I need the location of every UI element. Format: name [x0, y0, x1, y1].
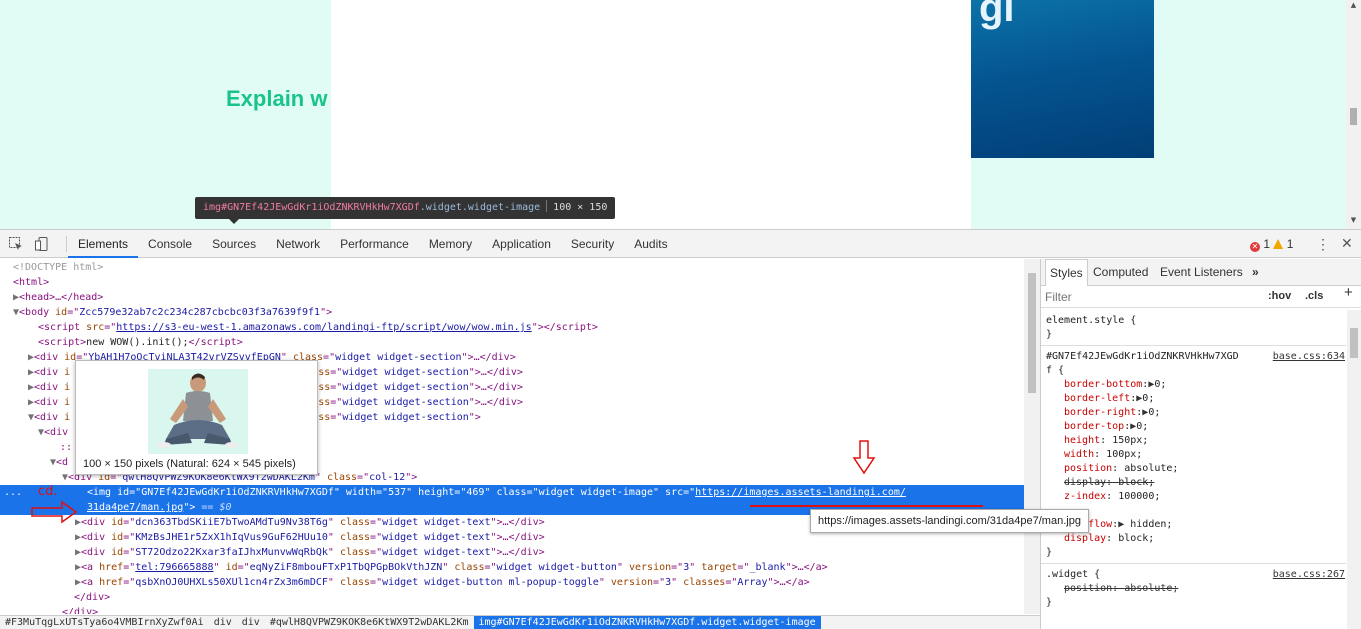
- man-photo-thumbnail: [148, 369, 248, 454]
- annotation-label: cd.: [38, 484, 58, 499]
- style-prop-display[interactable]: display: block;: [1064, 532, 1154, 546]
- breadcrumb-item[interactable]: #F3MuTqgLxUTsTya6o4VMBIrnXyZwf0Ai: [0, 616, 209, 629]
- tree-line-button-2[interactable]: ▶<a href="qsbXnOJ0UHXLs50XUl1cn4rZx3m6mD…: [0, 575, 1024, 590]
- tree-line-button-1[interactable]: ▶<a href="tel:796665888" id="eqNyZiF8mbo…: [0, 560, 1024, 575]
- tab-computed[interactable]: Computed: [1093, 259, 1148, 286]
- rule2-close: }: [1046, 597, 1053, 608]
- style-prop-border-top[interactable]: border-top:▶0;: [1064, 420, 1148, 434]
- element-style-close: }: [1046, 329, 1053, 340]
- image-preview-popup: 100 × 150 pixels (Natural: 624 × 545 pix…: [75, 360, 318, 475]
- styles-filter-bar: :hov .cls +: [1041, 285, 1361, 308]
- breadcrumb-item-active[interactable]: img#GN7Ef42JEwGdKr1iOdZNKRVHkHw7XGDf.wid…: [473, 616, 821, 629]
- tree-line-html[interactable]: <html>: [0, 275, 1024, 290]
- image-preview-caption: 100 × 150 pixels (Natural: 624 × 545 pix…: [83, 458, 296, 470]
- device-toolbar-icon[interactable]: [34, 236, 50, 252]
- styles-scrollbar[interactable]: [1347, 310, 1361, 629]
- devtools-toolbar: Elements Console Sources Network Perform…: [0, 230, 1361, 258]
- tab-sources[interactable]: Sources: [202, 230, 266, 258]
- tree-line-script-init[interactable]: <script>new WOW().init();</script>: [0, 335, 1024, 350]
- tab-memory[interactable]: Memory: [419, 230, 482, 258]
- elements-scrollbar-thumb[interactable]: [1028, 273, 1036, 393]
- breadcrumb-item[interactable]: div: [209, 616, 237, 629]
- tree-line-close-div-2[interactable]: </div>: [0, 605, 1024, 614]
- tooltip-selector: #GN7Ef42JEwGdKr1iOdZNKRVHkHw7XGDf: [221, 202, 420, 213]
- selected-node-marker: == $0: [201, 502, 232, 513]
- rule1-source-link[interactable]: base.css:634: [1273, 350, 1345, 364]
- hero-logo-text: gi: [979, 0, 1015, 30]
- breadcrumb: #F3MuTqgLxUTsTya6o4VMBIrnXyZwf0Ai div div #…: [0, 615, 1040, 629]
- tab-event-listeners[interactable]: Event Listeners: [1160, 259, 1243, 286]
- inspect-hover-tooltip: img#GN7Ef42JEwGdKr1iOdZNKRVHkHw7XGDf.wid…: [195, 197, 616, 224]
- rule2-selector[interactable]: .widget {: [1046, 568, 1100, 582]
- screen: Explain w gi ▲ ▼ img#GN7Ef42JEwGdKr1iOdZ…: [0, 0, 1361, 629]
- style-prop-height[interactable]: height: 150px;: [1064, 434, 1148, 448]
- hero-image: gi: [971, 0, 1154, 158]
- tree-line-body[interactable]: ▼<body id="Zcc579e32ab7c2c234c287cbcbc03…: [0, 305, 1024, 320]
- close-devtools-icon[interactable]: ✕: [1341, 235, 1353, 252]
- tooltip-classes: .widget.widget-image: [419, 202, 541, 213]
- rule2-source-link[interactable]: base.css:267: [1273, 568, 1345, 582]
- add-rule-icon[interactable]: +: [1344, 285, 1353, 300]
- img-src-link[interactable]: https://images.assets-landingi.com/: [695, 487, 906, 498]
- styles-filter-input[interactable]: [1045, 289, 1245, 305]
- page-scrollbar[interactable]: ▲ ▼: [1346, 0, 1361, 229]
- styles-scrollbar-thumb[interactable]: [1350, 328, 1358, 358]
- tree-line-text-3[interactable]: ▶<div id="ST72Odzo22Kxar3faIJhxMunvwWqRb…: [0, 545, 1024, 560]
- tree-line-close-div-1[interactable]: </div>: [0, 590, 1024, 605]
- tab-security[interactable]: Security: [561, 230, 624, 258]
- tab-elements[interactable]: Elements: [68, 230, 139, 258]
- tooltip-size: 100 × 150: [553, 202, 608, 213]
- style-prop-border-bottom[interactable]: border-bottom:▶0;: [1064, 378, 1166, 392]
- scroll-up-arrow-icon[interactable]: ▲: [1346, 1, 1361, 9]
- tree-line-doctype[interactable]: <!DOCTYPE html>: [0, 260, 1024, 275]
- style-prop-z-index[interactable]: z-index: 100000;: [1064, 490, 1160, 504]
- rule1-selector[interactable]: #GN7Ef42JEwGdKr1iOdZNKRVHkHw7XGD: [1046, 350, 1239, 364]
- tab-audits[interactable]: Audits: [624, 230, 677, 258]
- tree-line-script-wow[interactable]: <script src="https://s3-eu-west-1.amazon…: [0, 320, 1024, 335]
- page-content-column: [331, 0, 971, 229]
- style-prop-position-overridden[interactable]: position: absolute;: [1064, 582, 1178, 596]
- error-count: 1: [1263, 237, 1271, 251]
- warning-icon: [1273, 239, 1284, 249]
- page-heading: Explain w: [226, 86, 328, 111]
- style-prop-display[interactable]: display: block;: [1064, 476, 1154, 490]
- hov-toggle[interactable]: :hov: [1268, 289, 1291, 303]
- cls-toggle[interactable]: .cls: [1305, 289, 1323, 303]
- script-src-link[interactable]: https://s3-eu-west-1.amazonaws.com/landi…: [116, 322, 531, 333]
- tree-line-head[interactable]: ▶<head>…</head>: [0, 290, 1024, 305]
- web-page-viewport[interactable]: Explain w gi ▲ ▼ img#GN7Ef42JEwGdKr1iOdZ…: [0, 0, 1361, 229]
- error-warning-counter[interactable]: ✕ 1 1: [1250, 230, 1293, 258]
- devtools-tabs: Elements Console Sources Network Perform…: [68, 230, 678, 258]
- more-options-icon[interactable]: ⋮: [1316, 236, 1330, 252]
- styles-tabs: Styles Computed Event Listeners »: [1041, 259, 1361, 286]
- tooltip-tag: img: [203, 202, 222, 213]
- style-prop-border-left[interactable]: border-left:▶0;: [1064, 392, 1154, 406]
- scroll-down-arrow-icon[interactable]: ▼: [1346, 216, 1361, 224]
- tab-application[interactable]: Application: [482, 230, 561, 258]
- tab-styles[interactable]: Styles: [1045, 259, 1088, 286]
- tab-console[interactable]: Console: [138, 230, 202, 258]
- tab-network[interactable]: Network: [266, 230, 330, 258]
- error-icon: ✕: [1250, 242, 1260, 252]
- elements-scrollbar[interactable]: [1024, 259, 1040, 614]
- page-scrollbar-thumb[interactable]: [1350, 108, 1357, 125]
- style-prop-border-right[interactable]: border-right:▶0;: [1064, 406, 1160, 420]
- rule1-close: }: [1046, 547, 1053, 558]
- tab-performance[interactable]: Performance: [330, 230, 419, 258]
- url-tooltip: https://images.assets-landingi.com/31da4…: [810, 509, 1089, 533]
- styles-pane: Styles Computed Event Listeners » :hov .…: [1040, 259, 1361, 629]
- inspect-element-icon[interactable]: [8, 236, 24, 252]
- breadcrumb-item[interactable]: #qwlH8QVPWZ9KOK8e6KtWX9T2wDAKL2Km: [265, 616, 474, 629]
- style-prop-width[interactable]: width: 100px;: [1064, 448, 1142, 462]
- element-style-rule[interactable]: element.style {: [1046, 314, 1136, 328]
- style-prop-position[interactable]: position: absolute;: [1064, 462, 1178, 476]
- breadcrumb-item[interactable]: div: [237, 616, 265, 629]
- more-tabs-icon[interactable]: »: [1252, 259, 1259, 286]
- warning-count: 1: [1286, 237, 1294, 251]
- rule1-selector-cont: f {: [1046, 365, 1065, 376]
